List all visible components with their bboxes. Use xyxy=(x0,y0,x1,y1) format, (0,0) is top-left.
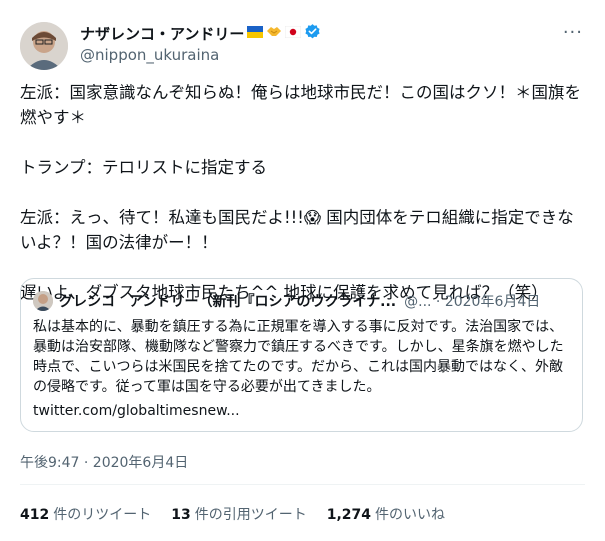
quoted-author-name: グレンコ アンドリー（新刊『ロシアのウクライナ... xyxy=(59,294,397,310)
quotes-stat[interactable]: 13 件の引用ツイート xyxy=(171,504,306,524)
likes-stat[interactable]: 1,274 件のいいね xyxy=(327,504,445,524)
author-name[interactable]: ナザレンコ・アンドリー xyxy=(80,23,244,44)
quoted-tweet-header: グレンコ アンドリー（新刊『ロシアのウクライナ... @... · 2020年6… xyxy=(33,291,570,311)
quotes-count: 13 xyxy=(171,507,191,523)
retweets-stat[interactable]: 412 件のリツイート xyxy=(20,504,151,524)
verified-badge-icon xyxy=(304,23,321,44)
handshake-icon xyxy=(266,24,282,42)
quotes-label: 件の引用ツイート xyxy=(194,507,307,523)
retweets-label: 件のリツイート xyxy=(53,507,152,523)
tweet-card: ナザレンコ・アンドリー @nippon_ukuraina ··· 左派：国家意識… xyxy=(0,0,605,541)
quoted-tweet-text: 私は基本的に、暴動を鎮圧する為に正規軍を導入する事に反対です。法治国家では、暴動… xyxy=(33,319,564,395)
japan-flag-icon xyxy=(285,24,302,42)
author-avatar[interactable] xyxy=(20,22,68,70)
tweet-text: 左派：国家意識なんぞ知らぬ！俺らは地球市民だ！この国はクソ！＊国旗を燃やす＊ ト… xyxy=(20,83,581,302)
quoted-tweet-meta: @... · 2020年6月4日 xyxy=(404,294,541,310)
likes-label: 件のいいね xyxy=(375,507,446,523)
author-name-row[interactable]: ナザレンコ・アンドリー xyxy=(80,22,565,44)
divider-top xyxy=(20,484,585,485)
ukraine-flag-icon xyxy=(247,24,264,42)
quoted-tweet-link[interactable]: twitter.com/globaltimesnew... xyxy=(33,403,240,419)
likes-count: 1,274 xyxy=(326,507,372,523)
avatar-image-icon xyxy=(20,22,68,70)
quoted-tweet[interactable]: グレンコ アンドリー（新刊『ロシアのウクライナ... @... · 2020年6… xyxy=(20,278,583,432)
more-options-icon[interactable]: ··· xyxy=(563,22,583,43)
engagement-stats: 412 件のリツイート 13 件の引用ツイート 1,274 件のいいね xyxy=(20,504,445,524)
retweets-count: 412 xyxy=(20,507,50,523)
author-block: ナザレンコ・アンドリー @nippon_ukuraina xyxy=(80,22,565,64)
quoted-author-avatar xyxy=(33,291,53,311)
tweet-timestamp[interactable]: 午後9:47 · 2020年6月4日 xyxy=(20,452,188,472)
author-handle[interactable]: @nippon_ukuraina xyxy=(80,46,565,64)
